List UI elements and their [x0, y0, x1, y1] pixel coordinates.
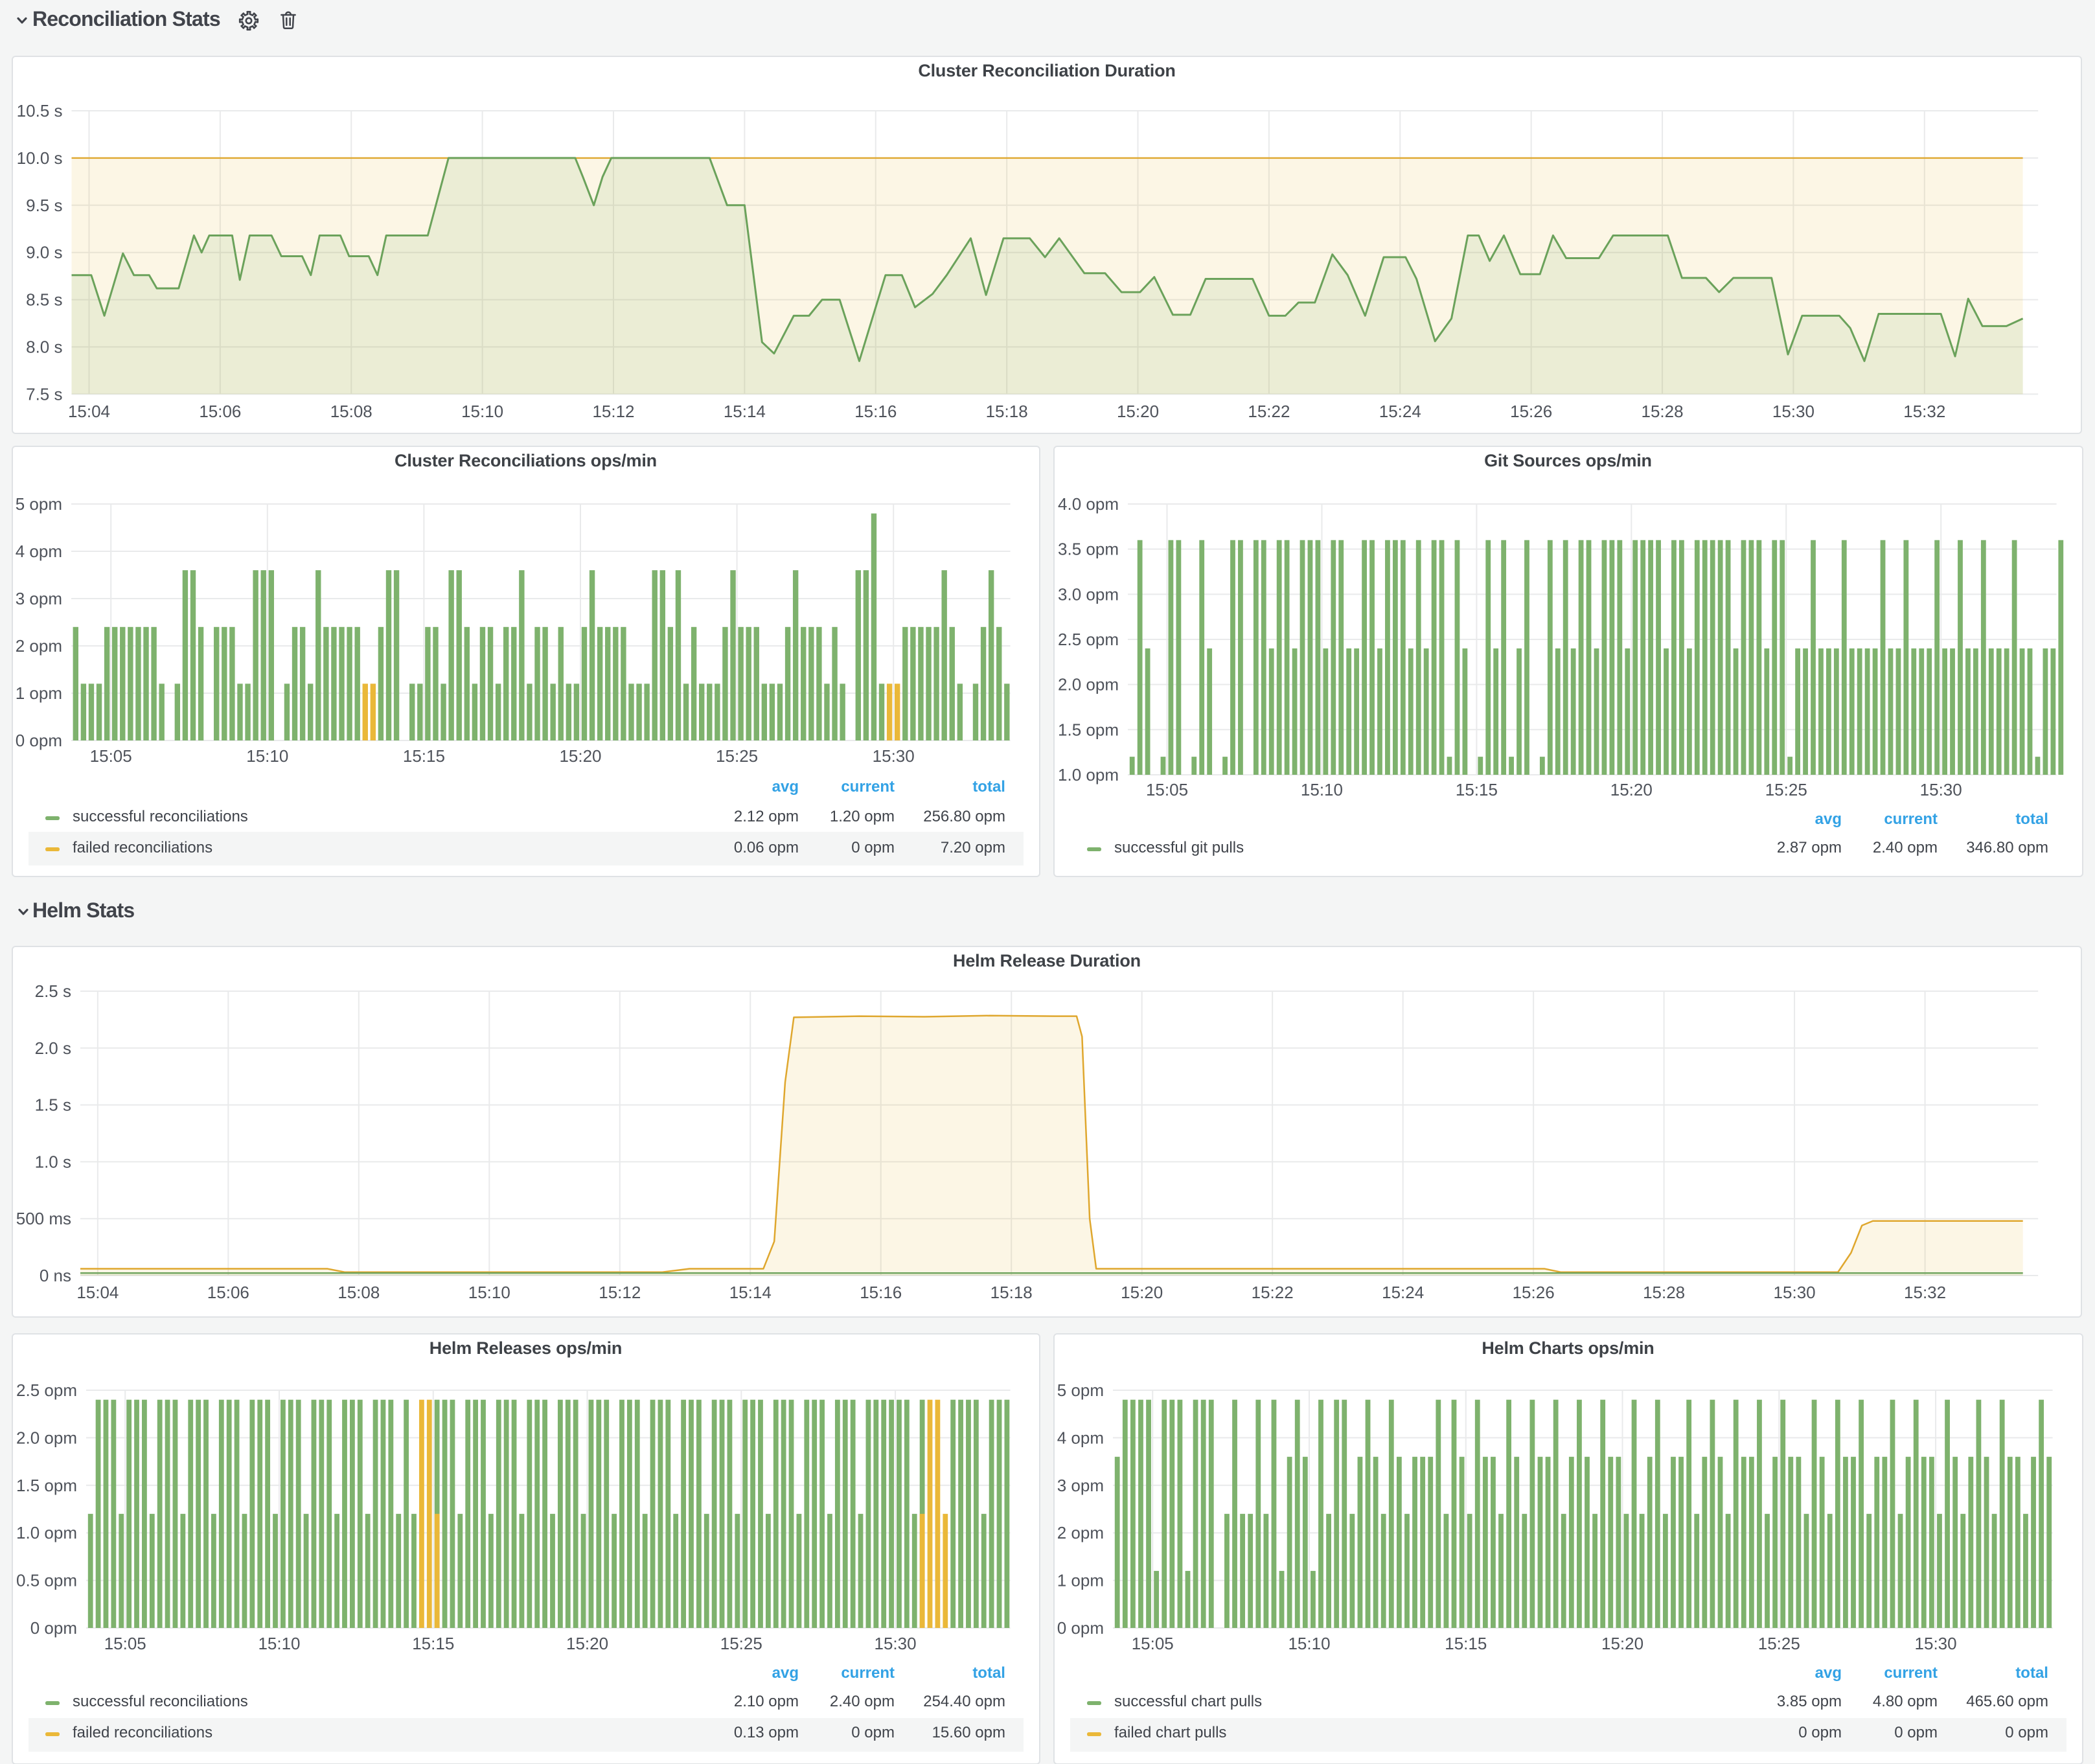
svg-text:15:32: 15:32 — [1903, 402, 1945, 421]
svg-text:15:10: 15:10 — [461, 402, 503, 421]
svg-text:15:25: 15:25 — [1765, 780, 1807, 799]
svg-text:15:10: 15:10 — [246, 746, 288, 766]
svg-text:15:22: 15:22 — [1248, 402, 1290, 421]
svg-text:15:06: 15:06 — [199, 402, 241, 421]
svg-text:15:30: 15:30 — [875, 1634, 917, 1653]
svg-text:0 ns: 0 ns — [40, 1266, 71, 1285]
svg-text:3.5 opm: 3.5 opm — [1058, 540, 1119, 559]
svg-text:10.5 s: 10.5 s — [17, 101, 63, 120]
svg-text:15:20: 15:20 — [1121, 1283, 1163, 1302]
svg-text:15:28: 15:28 — [1643, 1283, 1685, 1302]
svg-text:15:15: 15:15 — [1456, 780, 1498, 799]
svg-text:2.5 s: 2.5 s — [35, 981, 71, 1001]
svg-text:2.0 s: 2.0 s — [35, 1038, 71, 1058]
svg-text:15:18: 15:18 — [990, 1283, 1033, 1302]
svg-text:1 opm: 1 opm — [1057, 1571, 1104, 1590]
svg-text:15:24: 15:24 — [1379, 402, 1421, 421]
svg-text:15:30: 15:30 — [873, 746, 915, 766]
svg-text:15:12: 15:12 — [599, 1283, 641, 1302]
svg-text:15:10: 15:10 — [1301, 780, 1343, 799]
svg-text:15:30: 15:30 — [1772, 402, 1815, 421]
svg-text:9.5 s: 9.5 s — [26, 196, 62, 215]
svg-text:15:08: 15:08 — [338, 1283, 380, 1302]
svg-text:1.0 opm: 1.0 opm — [16, 1523, 77, 1542]
svg-text:5 opm: 5 opm — [16, 494, 62, 514]
svg-text:15:20: 15:20 — [566, 1634, 608, 1653]
svg-text:10.0 s: 10.0 s — [17, 148, 63, 168]
svg-text:4.0 opm: 4.0 opm — [1058, 494, 1119, 514]
svg-text:1.5 opm: 1.5 opm — [16, 1476, 77, 1495]
svg-text:15:12: 15:12 — [592, 402, 634, 421]
svg-text:15:26: 15:26 — [1510, 402, 1552, 421]
svg-text:15:04: 15:04 — [76, 1283, 119, 1302]
svg-text:15:30: 15:30 — [1774, 1283, 1816, 1302]
svg-text:15:25: 15:25 — [716, 746, 758, 766]
svg-text:15:16: 15:16 — [854, 402, 897, 421]
svg-text:2.5 opm: 2.5 opm — [1058, 630, 1119, 649]
svg-text:15:08: 15:08 — [330, 402, 372, 421]
svg-text:15:20: 15:20 — [1117, 402, 1159, 421]
svg-text:8.0 s: 8.0 s — [26, 338, 62, 357]
svg-text:15:15: 15:15 — [412, 1634, 454, 1653]
svg-text:15:05: 15:05 — [1146, 780, 1188, 799]
svg-text:15:20: 15:20 — [559, 746, 601, 766]
svg-text:2.5 opm: 2.5 opm — [16, 1380, 77, 1400]
svg-text:5 opm: 5 opm — [1057, 1380, 1104, 1400]
svg-text:15:14: 15:14 — [724, 402, 766, 421]
svg-text:3 opm: 3 opm — [16, 589, 62, 608]
svg-text:0 opm: 0 opm — [30, 1618, 77, 1638]
svg-text:2 opm: 2 opm — [16, 636, 62, 656]
svg-text:2 opm: 2 opm — [1057, 1523, 1104, 1542]
svg-text:1 opm: 1 opm — [16, 683, 62, 703]
svg-text:2.0 opm: 2.0 opm — [1058, 675, 1119, 694]
svg-text:1.5 s: 1.5 s — [35, 1095, 71, 1115]
svg-text:1.5 opm: 1.5 opm — [1058, 720, 1119, 739]
svg-text:15:15: 15:15 — [1445, 1634, 1487, 1653]
svg-text:15:10: 15:10 — [1288, 1634, 1330, 1653]
svg-text:15:24: 15:24 — [1382, 1283, 1424, 1302]
svg-text:0 opm: 0 opm — [1057, 1618, 1104, 1638]
svg-text:3 opm: 3 opm — [1057, 1476, 1104, 1495]
svg-text:15:25: 15:25 — [720, 1634, 762, 1653]
svg-text:15:20: 15:20 — [1610, 780, 1653, 799]
svg-text:2.0 opm: 2.0 opm — [16, 1428, 77, 1447]
svg-text:1.0 s: 1.0 s — [35, 1152, 71, 1171]
svg-text:15:32: 15:32 — [1904, 1283, 1946, 1302]
svg-text:15:18: 15:18 — [986, 402, 1028, 421]
svg-text:15:10: 15:10 — [468, 1283, 510, 1302]
svg-text:15:30: 15:30 — [1915, 1634, 1957, 1653]
svg-text:15:22: 15:22 — [1252, 1283, 1294, 1302]
svg-text:15:05: 15:05 — [104, 1634, 146, 1653]
svg-text:7.5 s: 7.5 s — [26, 384, 62, 404]
svg-text:15:05: 15:05 — [1132, 1634, 1174, 1653]
svg-text:15:15: 15:15 — [403, 746, 445, 766]
svg-text:15:16: 15:16 — [860, 1283, 902, 1302]
svg-text:15:30: 15:30 — [1920, 780, 1962, 799]
svg-text:9.0 s: 9.0 s — [26, 243, 62, 262]
svg-text:15:20: 15:20 — [1601, 1634, 1643, 1653]
svg-text:15:10: 15:10 — [258, 1634, 300, 1653]
svg-text:15:28: 15:28 — [1642, 402, 1684, 421]
svg-text:8.5 s: 8.5 s — [26, 290, 62, 310]
svg-text:15:05: 15:05 — [90, 746, 132, 766]
svg-text:4 opm: 4 opm — [1057, 1428, 1104, 1447]
svg-text:0 opm: 0 opm — [16, 731, 62, 750]
svg-text:500 ms: 500 ms — [16, 1209, 71, 1228]
svg-text:15:14: 15:14 — [729, 1283, 772, 1302]
svg-text:1.0 opm: 1.0 opm — [1058, 765, 1119, 785]
svg-text:15:25: 15:25 — [1758, 1634, 1800, 1653]
svg-text:4 opm: 4 opm — [16, 542, 62, 561]
svg-text:15:26: 15:26 — [1513, 1283, 1555, 1302]
svg-text:15:06: 15:06 — [207, 1283, 249, 1302]
svg-text:15:04: 15:04 — [68, 402, 110, 421]
svg-text:3.0 opm: 3.0 opm — [1058, 584, 1119, 604]
svg-text:0.5 opm: 0.5 opm — [16, 1571, 77, 1590]
